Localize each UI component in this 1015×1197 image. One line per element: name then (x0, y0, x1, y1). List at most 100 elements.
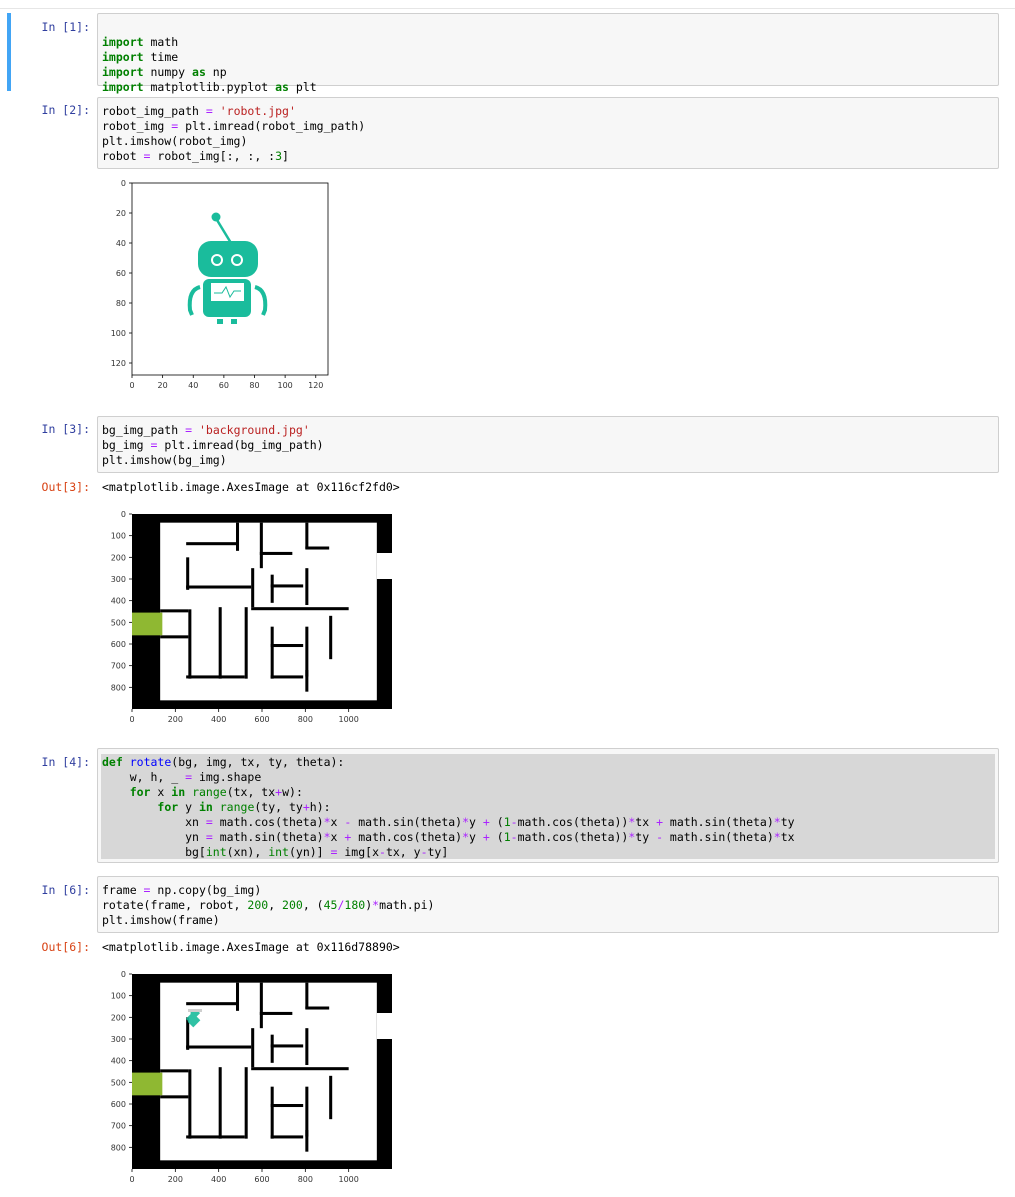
y-tick-label: 200 (111, 1013, 126, 1022)
maze-image (132, 514, 392, 709)
code-editor[interactable]: robot_img_path = 'robot.jpg' robot_img =… (102, 104, 365, 164)
y-axis: 0 100 200 300 400 500 600 700 800 (111, 510, 132, 692)
y-tick-label: 400 (111, 597, 126, 606)
y-tick-label: 0 (121, 970, 126, 979)
x-tick-label: 40 (188, 381, 198, 390)
x-tick-label: 600 (254, 715, 269, 724)
maze-wall (251, 1067, 349, 1071)
y-tick-label: 500 (111, 1078, 126, 1087)
y-tick-label: 0 (121, 510, 126, 519)
maze-wall (236, 982, 240, 1011)
maze-wall (186, 585, 252, 589)
y-tick-label: 0 (121, 179, 126, 188)
x-tick-label: 1000 (338, 1175, 358, 1184)
y-tick-label: 60 (116, 269, 126, 278)
output-prompt: Out[3]: (41, 480, 90, 494)
x-tick-label: 100 (277, 381, 292, 390)
code-token: time (150, 50, 179, 64)
maze-wall (188, 1069, 192, 1139)
y-tick-label: 300 (111, 575, 126, 584)
input-prompt: In [2]: (41, 103, 90, 117)
maze-wall (305, 1006, 330, 1010)
y-tick-label: 120 (111, 359, 126, 368)
maze-wall (305, 522, 309, 549)
code-editor[interactable]: def rotate(bg, img, tx, ty, theta): w, h… (102, 755, 795, 860)
output-text: <matplotlib.image.AxesImage at 0x116cf2f… (102, 480, 400, 494)
maze-wall (259, 551, 293, 555)
maze-wall (270, 644, 304, 648)
maze-wall (186, 585, 190, 589)
maze-wall (305, 546, 330, 550)
maze-image (132, 974, 392, 1169)
x-axis: 0 200 400 600 800 1000 (129, 709, 359, 724)
input-prompt: In [4]: (41, 755, 90, 769)
maze-wall (270, 1034, 274, 1063)
y-tick-label: 700 (111, 1122, 126, 1131)
y-tick-label: 100 (111, 992, 126, 1001)
maze-wall (305, 1130, 309, 1152)
x-tick-label: 0 (129, 715, 134, 724)
maze-wall (186, 1045, 252, 1049)
output-prompt: Out[6]: (41, 940, 90, 954)
maze-wall (305, 568, 309, 605)
x-tick-label: 60 (219, 381, 229, 390)
code-cell-4[interactable]: def rotate(bg, img, tx, ty, theta): w, h… (97, 748, 999, 863)
maze-exit (376, 553, 392, 579)
maze-wall (329, 1075, 333, 1120)
y-tick-label: 40 (116, 239, 126, 248)
code-cell-2[interactable]: robot_img_path = 'robot.jpg' robot_img =… (97, 97, 999, 169)
maze-wall (186, 1045, 190, 1049)
robot-image-plot: 0 20 40 60 80 100 120 0 20 40 60 80 100 120 (111, 179, 329, 390)
maze-wall (160, 609, 189, 613)
maze-wall (270, 584, 304, 588)
maze-wall (186, 1002, 239, 1006)
maze-plot-background: 0 100 200 300 400 500 600 700 800 0 200 400 600 800 1… (111, 510, 392, 724)
x-tick-label: 0 (129, 381, 134, 390)
maze-wall (305, 1028, 309, 1065)
y-tick-label: 800 (111, 1143, 126, 1152)
x-tick-label: 600 (254, 1175, 269, 1184)
maze-wall (186, 542, 239, 546)
maze-wall (270, 574, 274, 603)
maze-wall (259, 1011, 293, 1015)
maze-wall (160, 1069, 189, 1073)
code-cell-1[interactable]: import math import time import numpy as … (97, 13, 999, 94)
output-text: <matplotlib.image.AxesImage at 0x116d788… (102, 940, 400, 954)
code-cell-3[interactable]: bg_img_path = 'background.jpg' bg_img = … (97, 416, 999, 473)
input-prompt: In [3]: (41, 422, 90, 436)
x-axis: 0 200 400 600 800 1000 (129, 1169, 359, 1184)
maze-wall (218, 607, 222, 679)
y-tick-label: 80 (116, 299, 126, 308)
maze-wall (259, 982, 263, 1029)
maze-wall (305, 626, 309, 677)
maze-wall (244, 607, 248, 679)
y-tick-label: 600 (111, 640, 126, 649)
y-tick-label: 300 (111, 1035, 126, 1044)
maze-floor (160, 522, 377, 701)
maze-wall (186, 675, 245, 679)
x-tick-label: 120 (308, 381, 323, 390)
maze-wall (244, 1067, 248, 1139)
code-editor[interactable]: import math import time import numpy as … (102, 20, 317, 95)
maze-wall (305, 982, 309, 1009)
code-editor[interactable]: frame = np.copy(bg_img) rotate(frame, ro… (102, 883, 434, 928)
maze-wall (270, 1135, 304, 1139)
code-cell-6[interactable]: frame = np.copy(bg_img) rotate(frame, ro… (97, 876, 999, 933)
x-tick-label: 1000 (338, 715, 358, 724)
code-editor[interactable]: bg_img_path = 'background.jpg' bg_img = … (102, 423, 324, 468)
x-tick-label: 80 (249, 381, 259, 390)
maze-wall (186, 557, 190, 590)
maze-wall (218, 1067, 222, 1139)
maze-wall (270, 1044, 304, 1048)
maze-exit (376, 1013, 392, 1039)
maze-wall (251, 607, 349, 611)
maze-wall (251, 568, 255, 608)
maze-wall (270, 626, 274, 679)
maze-wall (329, 615, 333, 660)
maze-plot-frame: 0 100 200 300 400 500 600 700 800 0 200 400 600 800 1… (111, 970, 392, 1184)
x-tick-label: 800 (298, 715, 313, 724)
maze-wall (259, 522, 263, 569)
y-tick-label: 100 (111, 329, 126, 338)
y-tick-label: 200 (111, 553, 126, 562)
y-tick-label: 500 (111, 618, 126, 627)
